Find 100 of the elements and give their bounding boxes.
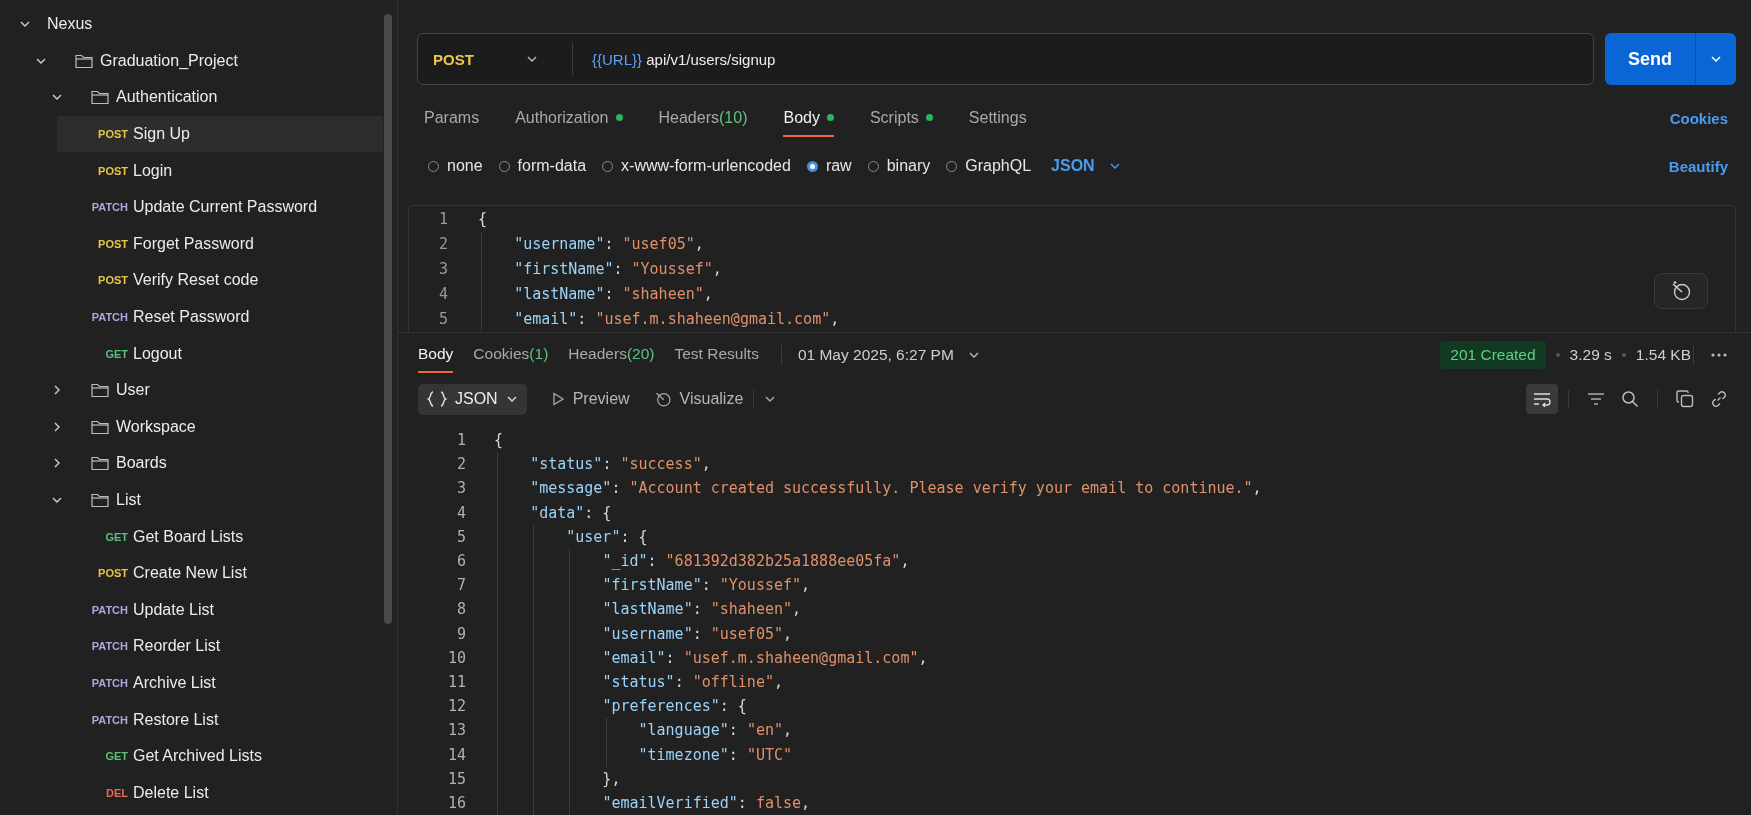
request-item[interactable]: PATCH Reorder List — [0, 628, 383, 665]
line-number: 1 — [437, 210, 448, 229]
method-label: POST — [97, 237, 128, 250]
folder-icon — [91, 382, 109, 399]
request-item[interactable]: GET Logout — [0, 335, 383, 372]
folder-icon — [91, 418, 109, 435]
filter-icon[interactable] — [1587, 392, 1605, 407]
request-item[interactable]: POST Verify Reset code — [0, 262, 383, 299]
request-item[interactable]: POST Sign Up — [57, 115, 383, 153]
folder-item[interactable]: Workspace — [0, 408, 383, 446]
history-dropdown[interactable]: 01 May 2025, 6:27 PM — [797, 345, 980, 364]
magic-wand-button[interactable] — [1654, 273, 1708, 310]
code-line: "email": "usef.m.shaheen@gmail.com", — [494, 645, 928, 670]
line-number: 8 — [455, 600, 466, 619]
body-type-radio[interactable]: binary — [867, 157, 931, 176]
request-item[interactable]: PATCH Update Current Password — [0, 188, 383, 226]
line-number: 10 — [446, 648, 466, 667]
request-item[interactable]: GET Get Board Lists — [0, 518, 383, 555]
request-item[interactable]: PATCH Archive List — [0, 664, 383, 702]
copy-icon[interactable] — [1676, 390, 1694, 409]
request-tab[interactable]: Body — [783, 100, 834, 137]
body-type-radio[interactable]: x-www-form-urlencoded — [602, 157, 791, 176]
response-tab[interactable]: Headers(20) — [568, 336, 655, 373]
folder-item[interactable]: User — [0, 371, 383, 409]
line-number: 2 — [437, 235, 448, 254]
code-line: "emailVerified": false, — [494, 790, 811, 815]
request-item[interactable]: GET Get Archived Lists — [0, 737, 383, 775]
link-icon[interactable] — [1710, 390, 1728, 409]
method-label: PATCH — [90, 677, 128, 689]
request-tab[interactable]: Params — [424, 100, 480, 137]
wand-icon — [653, 390, 672, 409]
request-item[interactable]: POST Create New List — [0, 554, 383, 592]
braces-icon — [427, 391, 447, 408]
method-label: POST — [97, 164, 128, 177]
folder-item[interactable]: Boards — [0, 445, 383, 482]
body-type-radio[interactable]: GraphQL — [946, 157, 1032, 176]
request-body-editor[interactable]: 1 { 2 "username": "usef05", 3 "firstName": "Youssef", 4 "lastName": "shaheen", 5 "email": "usef.m.shaheen@gmail.com", — [408, 205, 1736, 333]
more-icon[interactable] — [1710, 351, 1728, 358]
request-item[interactable]: PATCH Reset Password — [0, 298, 383, 336]
body-type-radio[interactable]: raw — [806, 157, 852, 176]
method-label: PATCH — [90, 201, 128, 214]
method-label: POST — [97, 567, 128, 580]
play-icon — [550, 392, 565, 407]
method-label: PATCH — [90, 603, 128, 616]
folder-icon — [91, 89, 109, 106]
line-number: 1 — [455, 431, 466, 450]
line-number: 5 — [437, 309, 448, 328]
line-number: 11 — [446, 672, 466, 691]
request-tab[interactable]: Settings — [968, 100, 1027, 137]
response-time: 3.29 s — [1569, 345, 1612, 364]
visualize-button[interactable]: Visualize — [653, 390, 744, 409]
response-tab[interactable]: Cookies(1) — [473, 336, 549, 373]
separator-dot — [1555, 352, 1560, 357]
request-item[interactable]: POST Forget Password — [0, 225, 383, 263]
response-tab[interactable]: Test Results — [674, 336, 759, 373]
code-line: "status": "offline", — [494, 669, 783, 695]
method-dropdown[interactable]: POST — [418, 50, 558, 68]
line-number: 3 — [455, 479, 466, 498]
send-button[interactable]: Send — [1605, 33, 1695, 86]
response-size: 1.54 KB — [1635, 345, 1691, 364]
url-input[interactable]: {{URL}} api/v1/users/signup — [592, 50, 776, 68]
url-bar[interactable]: POST {{URL}} api/v1/users/signup — [417, 33, 1594, 86]
code-line: "status": "success", — [494, 452, 711, 477]
request-tab[interactable]: Headers(10) — [658, 100, 748, 137]
preview-button[interactable]: Preview — [550, 390, 630, 409]
folder-item[interactable]: Authentication — [0, 79, 383, 116]
request-item[interactable]: POST Login — [0, 152, 383, 189]
folder-item[interactable]: List — [0, 481, 383, 519]
wrap-lines-button[interactable] — [1526, 384, 1558, 415]
code-line: "firstName": "Youssef", — [478, 256, 722, 282]
request-item[interactable]: PATCH Restore List — [0, 701, 383, 738]
request-item[interactable]: DEL Delete List — [0, 774, 383, 812]
scrollbar-thumb[interactable] — [384, 14, 392, 624]
line-number: 4 — [455, 503, 466, 522]
collection-item[interactable]: Nexus — [0, 6, 383, 43]
method-label: POST — [97, 128, 128, 141]
code-line: "data": { — [494, 500, 612, 525]
view-format-dropdown[interactable]: JSON — [418, 383, 527, 415]
beautify-link[interactable]: Beautify — [1668, 157, 1728, 175]
code-line: "message": "Account created successfully. Please verify your email to continue.", — [494, 476, 1262, 501]
folder-item[interactable]: Graduation_Project — [0, 42, 383, 80]
body-type-radio[interactable]: form-data — [498, 157, 587, 176]
search-icon[interactable] — [1621, 390, 1639, 409]
line-number: 16 — [446, 793, 466, 812]
separator-dot — [1621, 352, 1626, 357]
code-line: "language": "en", — [494, 718, 793, 743]
body-type-radio[interactable]: none — [428, 157, 483, 176]
cookies-link[interactable]: Cookies — [1669, 110, 1728, 128]
code-line: { — [494, 430, 504, 452]
code-line: "timezone": "UTC" — [494, 742, 793, 767]
format-dropdown[interactable]: JSON — [1051, 157, 1121, 176]
request-item[interactable]: PATCH Update List — [0, 591, 383, 629]
request-tab[interactable]: Authorization — [515, 100, 623, 137]
request-tab[interactable]: Scripts — [869, 100, 933, 137]
response-tab[interactable]: Body — [418, 336, 454, 373]
status-badge: 201 Created — [1440, 340, 1546, 369]
method-label: PATCH — [90, 311, 128, 324]
send-options-button[interactable] — [1695, 33, 1736, 86]
code-line: "lastName": "shaheen", — [478, 281, 713, 307]
line-number: 7 — [455, 576, 466, 595]
